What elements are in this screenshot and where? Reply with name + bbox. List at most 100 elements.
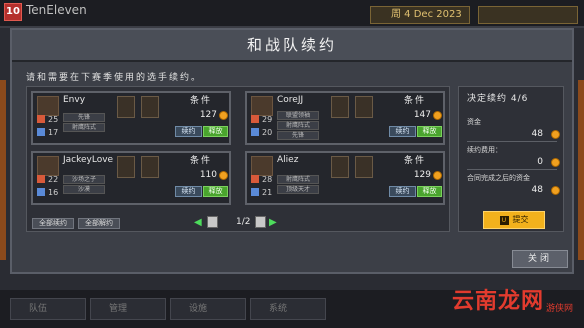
- page-indicator: 1/2: [236, 217, 251, 227]
- attack-stat: 28: [251, 175, 272, 184]
- attack-stat: 25: [37, 115, 58, 124]
- trait-tag: 联盟领袖: [277, 111, 319, 120]
- side-accent-left: [0, 80, 6, 260]
- player-list-panel: Envy 25 17 先锋 射鹰阵式 条件 127 续约 释放 CoreJJ 2…: [26, 86, 450, 232]
- shield-icon: [251, 188, 259, 196]
- renew-cost-value: 0: [537, 157, 543, 167]
- sword-icon: [37, 115, 45, 123]
- funds-value: 48: [531, 129, 543, 139]
- player-portrait: [37, 156, 59, 176]
- coin-icon: [551, 130, 560, 139]
- champion-portrait: [141, 96, 159, 118]
- renew-button[interactable]: 续约: [389, 126, 416, 137]
- player-card: Aliez 28 21 射鹰阵式 顶级天才 条件 129 续约 释放: [245, 151, 445, 205]
- champion-portrait: [117, 156, 135, 178]
- player-portrait: [37, 96, 59, 116]
- trait-tag: 射鹰阵式: [63, 123, 105, 132]
- trait-tag: 射鹰阵式: [277, 175, 319, 184]
- prev-page-icon[interactable]: ◀: [194, 217, 202, 228]
- player-portrait: [251, 96, 273, 116]
- renew-button[interactable]: 续约: [175, 186, 202, 197]
- renew-contract-dialog: 和战队续约 请和需要在下赛季使用的选手续约。 Envy 25 17 先锋 射鹰阵…: [10, 28, 574, 274]
- champion-portrait: [141, 156, 159, 178]
- salary-value: 147: [413, 110, 431, 120]
- watermark-sub: 游侠网: [546, 304, 574, 314]
- renew-cost-label: 续约费用：: [467, 146, 502, 154]
- team-logo: 10: [4, 3, 22, 21]
- prev-key-icon: [207, 216, 218, 228]
- champion-portrait: [331, 96, 349, 118]
- trait-tag: 射鹰阵式: [277, 121, 319, 130]
- defense-stat: 17: [37, 128, 58, 137]
- player-name: Aliez: [277, 155, 299, 165]
- sword-icon: [37, 175, 45, 183]
- coin-icon: [219, 171, 228, 180]
- side-accent-right: [578, 80, 584, 260]
- funds-after-value: 48: [531, 185, 543, 195]
- divider: [467, 141, 557, 142]
- defense-stat: 16: [37, 188, 58, 197]
- coin-icon: [433, 171, 442, 180]
- trait-tag: 沙场之子: [63, 175, 105, 184]
- champion-portrait: [331, 156, 349, 178]
- summary-panel: 决定续约 4/6 资金 48 续约费用： 0 合同完成之后的资金 48 U 提交: [458, 86, 564, 232]
- divider: [467, 169, 557, 170]
- trait-tag: 沙漠: [63, 185, 105, 194]
- salary-value: 129: [413, 170, 431, 180]
- funds-display: [478, 6, 578, 24]
- coin-icon: [433, 111, 442, 120]
- dialog-title: 和战队续约: [12, 30, 572, 62]
- release-button[interactable]: 释放: [203, 126, 228, 137]
- renew-count-heading: 决定续约 4/6: [467, 94, 529, 104]
- submit-button[interactable]: U 提交: [483, 211, 545, 229]
- bottom-tab-system[interactable]: 系统: [250, 298, 326, 320]
- salary-value: 127: [199, 110, 217, 120]
- renew-button[interactable]: 续约: [175, 126, 202, 137]
- sword-icon: [251, 115, 259, 123]
- coin-icon: [551, 158, 560, 167]
- release-button[interactable]: 释放: [417, 126, 442, 137]
- coin-icon: [551, 186, 560, 195]
- team-name: TenEleven: [26, 3, 87, 17]
- condition-label: 条件: [403, 156, 426, 166]
- trait-tag: 先锋: [277, 131, 319, 140]
- champion-portrait: [117, 96, 135, 118]
- champion-portrait: [355, 96, 373, 118]
- condition-label: 条件: [189, 156, 212, 166]
- close-button[interactable]: 关闭: [512, 250, 568, 268]
- release-all-button[interactable]: 全部解约: [78, 218, 120, 229]
- renew-all-button[interactable]: 全部续约: [32, 218, 74, 229]
- dialog-instruction: 请和需要在下赛季使用的选手续约。: [26, 73, 203, 83]
- sword-icon: [251, 175, 259, 183]
- watermark: 云南龙网: [452, 289, 545, 314]
- condition-label: 条件: [189, 96, 212, 106]
- renew-button[interactable]: 续约: [389, 186, 416, 197]
- attack-stat: 22: [37, 175, 58, 184]
- champion-portrait: [355, 156, 373, 178]
- defense-stat: 20: [251, 128, 272, 137]
- funds-label: 资金: [467, 118, 481, 126]
- release-button[interactable]: 释放: [203, 186, 228, 197]
- player-name: CoreJJ: [277, 95, 304, 105]
- funds-after-label: 合同完成之后的资金: [467, 174, 530, 182]
- condition-label: 条件: [403, 96, 426, 106]
- release-button[interactable]: 释放: [417, 186, 442, 197]
- player-name: Envy: [63, 95, 86, 105]
- defense-stat: 21: [251, 188, 272, 197]
- shield-icon: [37, 128, 45, 136]
- next-key-icon: [255, 216, 266, 228]
- date-display: 周 4 Dec 2023: [370, 6, 470, 24]
- player-card: JackeyLove 22 16 沙场之子 沙漠 条件 110 续约 释放: [31, 151, 231, 205]
- player-name: JackeyLove: [63, 155, 114, 165]
- bottom-tab-manage[interactable]: 管理: [90, 298, 166, 320]
- player-portrait: [251, 156, 273, 176]
- u-key-icon: U: [499, 216, 509, 225]
- bottom-tab-facilities[interactable]: 设施: [170, 298, 246, 320]
- attack-stat: 29: [251, 115, 272, 124]
- player-card: CoreJJ 29 20 联盟领袖 射鹰阵式 先锋 条件 147 续约 释放: [245, 91, 445, 145]
- bottom-tab-team[interactable]: 队伍: [10, 298, 86, 320]
- shield-icon: [37, 188, 45, 196]
- next-page-icon[interactable]: ▶: [269, 217, 277, 228]
- trait-tag: 顶级天才: [277, 185, 319, 194]
- player-card: Envy 25 17 先锋 射鹰阵式 条件 127 续约 释放: [31, 91, 231, 145]
